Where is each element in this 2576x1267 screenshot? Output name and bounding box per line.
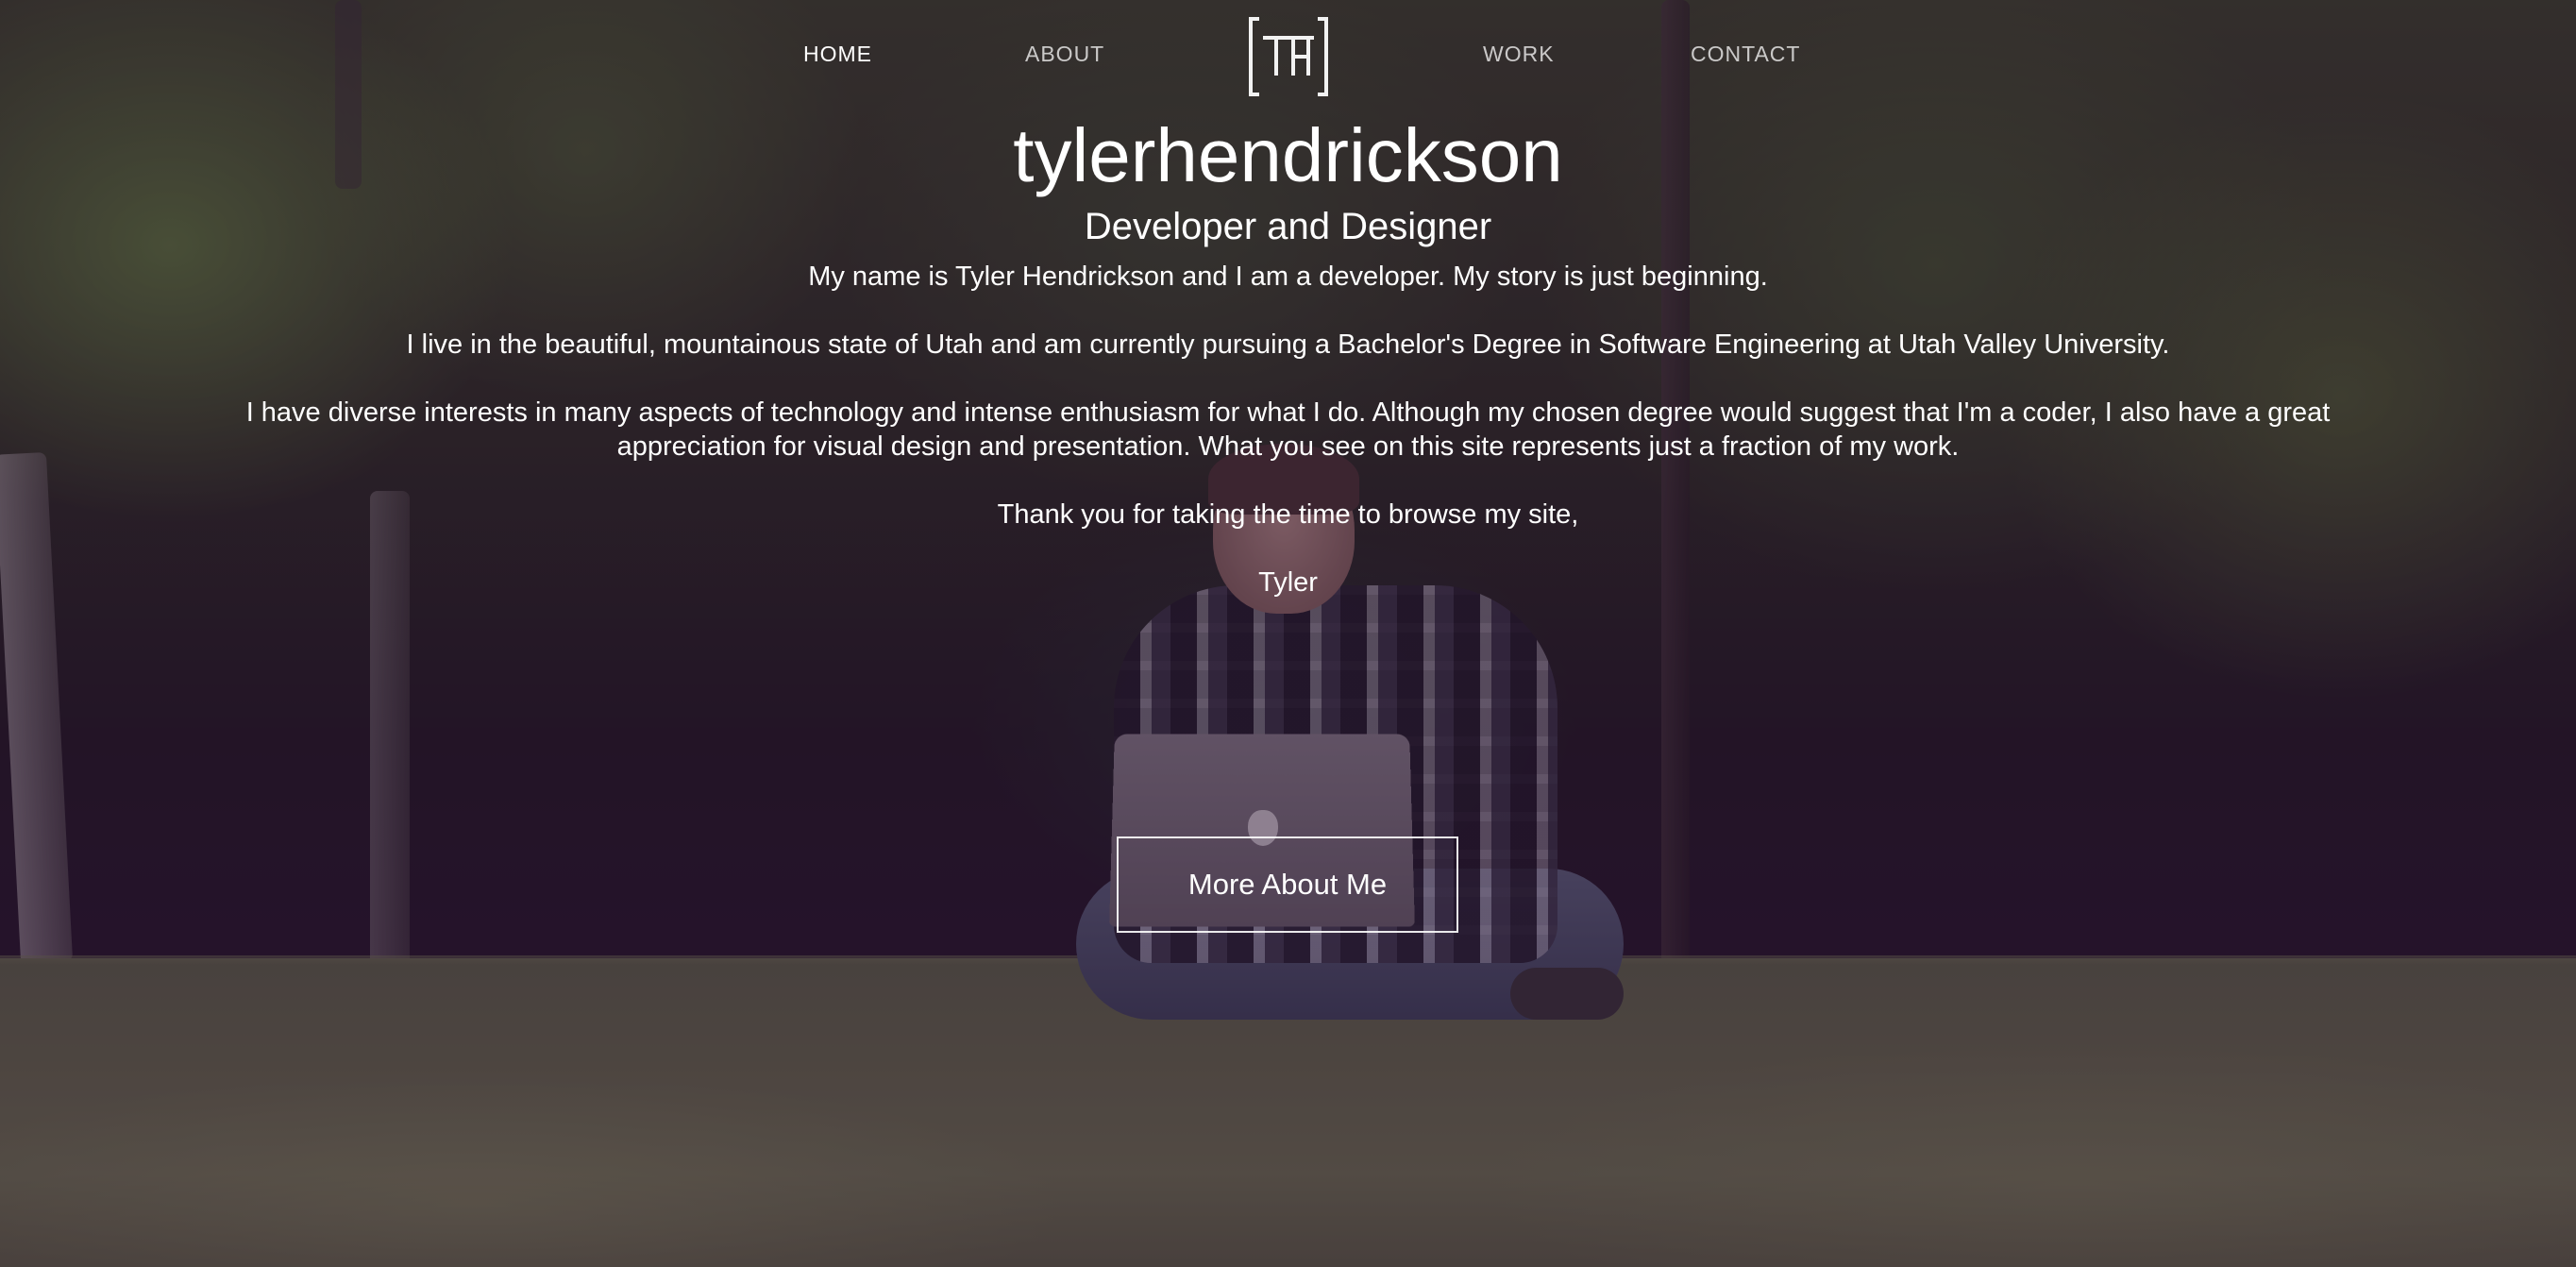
nav-work-link[interactable]: WORK: [1483, 42, 1555, 67]
intro-content: tylerhendrickson Developer and Designer …: [0, 109, 2576, 600]
closing-line: Thank you for taking the time to browse …: [997, 499, 1579, 530]
th-monogram-svg: [1249, 17, 1328, 96]
hero-section: HOME ABOUT WORK CONTACT tylerhendrickson…: [0, 0, 2576, 1267]
intro-paragraph-1: My name is Tyler Hendrickson and I am a …: [808, 262, 1768, 292]
site-subtitle: Developer and Designer: [1084, 206, 1492, 247]
intro-paragraph-3: I have diverse interests in many aspects…: [245, 397, 2331, 462]
site-title: tylerhendrickson: [1013, 113, 1563, 197]
nav-home-link[interactable]: HOME: [803, 42, 872, 67]
signature-name: Tyler: [1258, 567, 1318, 598]
intro-paragraph-2: I live in the beautiful, mountainous sta…: [406, 329, 2170, 360]
nav-about-link[interactable]: ABOUT: [1025, 42, 1104, 67]
th-logo-icon[interactable]: [1248, 17, 1329, 96]
nav-contact-link[interactable]: CONTACT: [1691, 42, 1800, 67]
more-about-me-button[interactable]: More About Me: [1117, 836, 1458, 933]
top-navigation: HOME ABOUT WORK CONTACT: [0, 0, 2576, 113]
